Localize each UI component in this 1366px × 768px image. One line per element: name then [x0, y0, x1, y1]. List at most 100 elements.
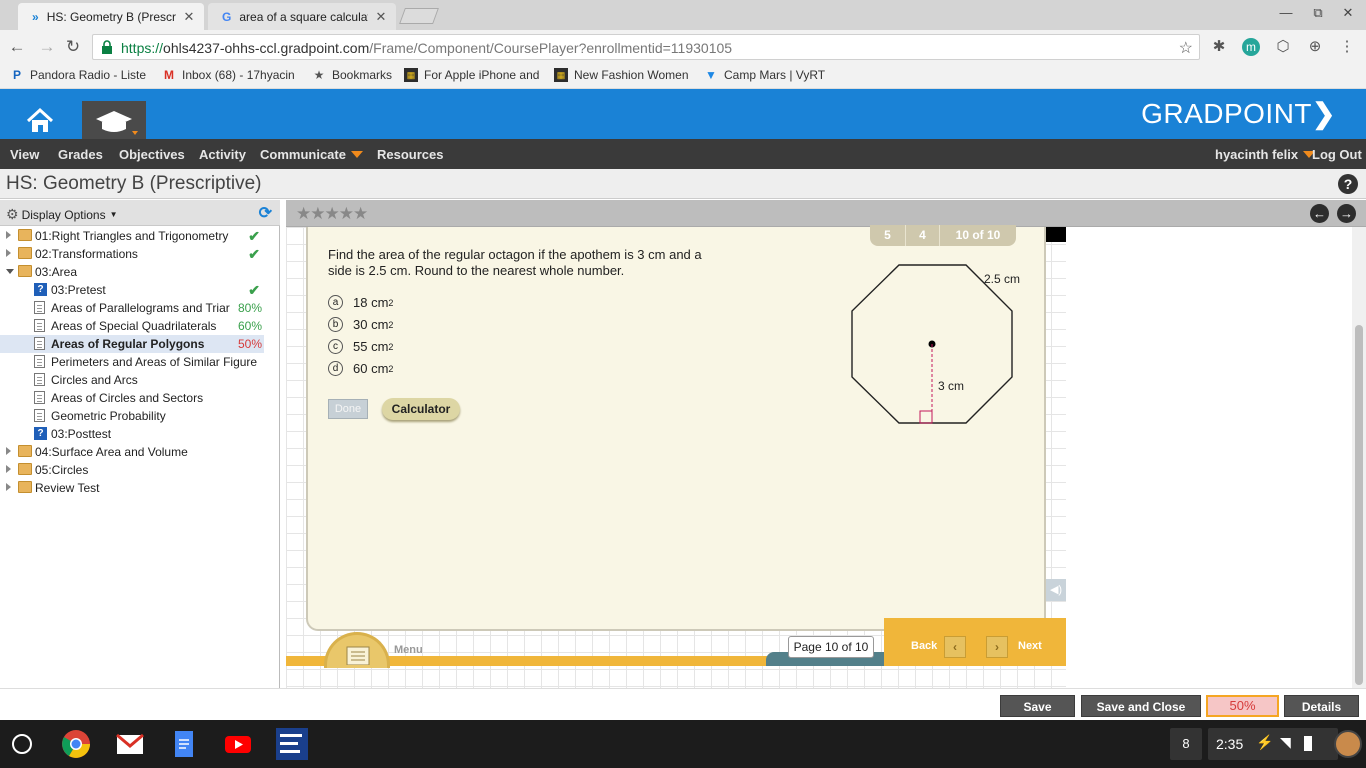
chevron-down-icon: ▼ — [109, 210, 118, 219]
sidebar-item[interactable]: Geometric Probability — [0, 407, 264, 425]
home-button[interactable] — [18, 101, 62, 137]
browser-tab-search[interactable]: G area of a square calculat ✕ — [208, 3, 396, 30]
close-tab-icon[interactable]: ✕ — [374, 9, 388, 25]
lesson-menu-button[interactable] — [324, 632, 390, 668]
choice-d[interactable]: d 60 cm 2 — [328, 361, 393, 376]
address-bar[interactable]: https://ohls4237-ohhs-ccl.gradpoint.com/… — [92, 34, 1200, 60]
menu-resources[interactable]: Resources — [377, 147, 443, 162]
extension-m-icon[interactable]: m — [1242, 38, 1260, 56]
next-arrow-icon[interactable]: → — [1337, 204, 1356, 223]
sidebar-item[interactable]: ? 03:Pretest ✔ — [0, 281, 264, 299]
collapsed-triangle-icon[interactable] — [6, 483, 11, 491]
back-label[interactable]: Back — [911, 640, 937, 652]
apothem-length-label: 3 cm — [938, 379, 965, 393]
forward-arrow-icon[interactable]: → — [36, 36, 58, 58]
gmail-app[interactable] — [114, 728, 146, 760]
sidebar-item[interactable]: Circles and Arcs — [0, 371, 264, 389]
choice-b[interactable]: b 30 cm 2 — [328, 317, 393, 332]
sidebar-item[interactable]: 05:Circles — [0, 461, 264, 479]
audio-icon[interactable]: ◀) — [1046, 579, 1066, 601]
bookmark-bookmarks[interactable]: ★ Bookmarks — [312, 68, 392, 82]
user-menu[interactable]: hyacinth felix — [1215, 147, 1316, 162]
score-badge: 60% — [237, 319, 262, 333]
tab-title: area of a square calculat — [239, 9, 368, 24]
bookmark-apple[interactable]: ▦ For Apple iPhone and — [404, 68, 539, 82]
minimize-icon[interactable]: — — [1276, 5, 1296, 20]
calculator-button[interactable]: Calculator — [382, 398, 460, 420]
bookmarks-bar: P Pandora Radio - Liste M Inbox (68) - 17h… — [0, 64, 1366, 89]
save-button[interactable]: Save — [1000, 695, 1075, 717]
sidebar-item[interactable]: Areas of Parallelograms and Triar 80% — [0, 299, 264, 317]
extension-puzzle-icon[interactable]: ✱ — [1210, 38, 1228, 56]
bookmark-fashion[interactable]: ▦ New Fashion Women — [554, 68, 689, 82]
docs-app[interactable] — [168, 728, 200, 760]
weather-channel-app[interactable] — [276, 728, 308, 760]
collapsed-triangle-icon[interactable] — [6, 231, 11, 239]
question-nav-4[interactable]: 4 — [906, 225, 940, 246]
bookmark-star-icon[interactable]: ☆ — [1179, 38, 1193, 58]
rating-stars[interactable]: ★★★★★ — [296, 204, 368, 224]
sidebar-item[interactable]: Areas of Regular Polygons 50% — [0, 335, 264, 353]
bookmark-vyrt[interactable]: ▼ Camp Mars | VyRT — [704, 68, 825, 82]
choice-c[interactable]: c 55 cm 2 — [328, 339, 393, 354]
logout-link[interactable]: Log Out — [1312, 147, 1362, 162]
new-tab-button[interactable] — [399, 8, 439, 24]
browser-tab-gradpoint[interactable]: » HS: Geometry B (Prescrip ✕ — [18, 3, 204, 30]
menu-communicate[interactable]: Communicate — [260, 147, 363, 162]
sidebar-header: ⚙ Display Options ▼ ⟳ — [0, 200, 280, 226]
back-button[interactable]: ‹ — [944, 636, 966, 658]
details-button[interactable]: Details — [1284, 695, 1359, 717]
sidebar-item[interactable]: Perimeters and Areas of Similar Figure — [0, 353, 264, 371]
help-icon[interactable]: ? — [1338, 174, 1358, 194]
browser-toolbar: ← → ↻ https://ohls4237-ohhs-ccl.gradpoin… — [0, 30, 1366, 64]
extension-globe-icon[interactable]: ⊕ — [1306, 38, 1324, 56]
restore-icon[interactable]: ⧉ — [1308, 5, 1328, 21]
sidebar-item[interactable]: Areas of Circles and Sectors — [0, 389, 264, 407]
launcher-button[interactable] — [6, 728, 38, 760]
question-nav-current[interactable]: 10 of 10 — [940, 225, 1016, 246]
menu-label[interactable]: Menu — [394, 644, 423, 656]
menu-grades[interactable]: Grades — [58, 147, 103, 162]
youtube-app[interactable] — [222, 728, 254, 760]
next-button[interactable]: › — [986, 636, 1008, 658]
page-indicator: Page 10 of 10 — [788, 636, 874, 658]
vertical-scrollbar[interactable] — [1352, 227, 1366, 688]
notification-count[interactable]: 8 — [1170, 728, 1202, 760]
chrome-app[interactable] — [60, 728, 92, 760]
collapsed-triangle-icon[interactable] — [6, 249, 11, 257]
scrollbar-thumb[interactable] — [1355, 325, 1363, 685]
collapsed-triangle-icon[interactable] — [6, 447, 11, 455]
reload-icon[interactable]: ↻ — [62, 36, 84, 58]
back-arrow-icon[interactable]: ← — [6, 36, 28, 58]
display-options-button[interactable]: ⚙ Display Options ▼ — [6, 206, 118, 223]
save-and-close-button[interactable]: Save and Close — [1081, 695, 1201, 717]
close-window-icon[interactable]: ✕ — [1338, 5, 1358, 21]
sidebar-item[interactable]: 01:Right Triangles and Trigonometry ✔ — [0, 227, 264, 245]
content-header: ★★★★★ ← → — [286, 200, 1366, 227]
menu-activity[interactable]: Activity — [199, 147, 246, 162]
close-tab-icon[interactable]: ✕ — [182, 9, 196, 25]
sidebar-item[interactable]: 02:Transformations ✔ — [0, 245, 264, 263]
menu-view[interactable]: View — [10, 147, 39, 162]
sidebar-item[interactable]: 04:Surface Area and Volume — [0, 443, 264, 461]
menu-kebab-icon[interactable]: ⋮ — [1338, 38, 1356, 56]
sidebar-item[interactable]: 03:Area — [0, 263, 264, 281]
user-avatar[interactable] — [1334, 730, 1362, 758]
menu-objectives[interactable]: Objectives — [119, 147, 185, 162]
done-button[interactable]: Done — [328, 399, 368, 419]
bookmark-pandora[interactable]: P Pandora Radio - Liste — [10, 68, 146, 82]
sidebar-item[interactable]: ? 03:Posttest — [0, 425, 264, 443]
refresh-icon[interactable]: ⟳ — [259, 203, 272, 223]
previous-arrow-icon[interactable]: ← — [1310, 204, 1329, 223]
question-nav-5[interactable]: 5 — [870, 225, 906, 246]
system-tray[interactable]: 2:35 ⚡ ◥ — [1208, 728, 1338, 760]
next-label[interactable]: Next — [1018, 640, 1042, 652]
choice-a[interactable]: a 18 cm 2 — [328, 295, 393, 310]
collapsed-triangle-icon[interactable] — [6, 465, 11, 473]
courses-button[interactable] — [82, 101, 146, 139]
expanded-triangle-icon[interactable] — [6, 269, 14, 274]
bookmark-inbox[interactable]: M Inbox (68) - 17hyacin — [162, 68, 295, 82]
extension-cube-icon[interactable]: ⬡ — [1274, 38, 1292, 56]
sidebar-item[interactable]: Areas of Special Quadrilaterals 60% — [0, 317, 264, 335]
sidebar-item[interactable]: Review Test — [0, 479, 264, 497]
